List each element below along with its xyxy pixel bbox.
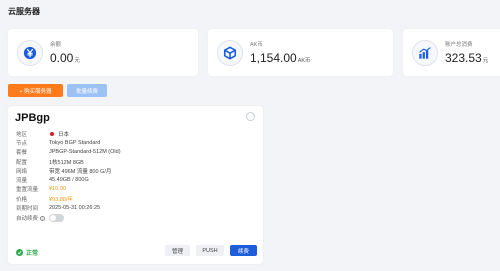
info-label: 节点 (16, 140, 28, 147)
info-row-node: 节点 Tokyo BGP Standard (16, 138, 256, 147)
ak-coin-unit: AK币 (297, 58, 311, 64)
server-info-list: 地区 日本 节点 Tokyo BGP Standard 套餐 JPBGP-Sta… (16, 129, 256, 224)
info-label: 重置流量 (16, 187, 39, 194)
info-label: 地区 (16, 131, 28, 138)
balance-unit: 元 (74, 58, 80, 64)
info-value[interactable]: ¥10.00 (49, 186, 66, 192)
auto-renew-toggle[interactable] (49, 214, 64, 223)
yen-icon (17, 39, 43, 66)
ak-coin-value: 1,154.00AK币 (250, 51, 311, 65)
push-button[interactable]: PUSH (196, 245, 224, 256)
total-spend-card: 账户总消费 323.53元 (403, 29, 500, 76)
japan-flag-icon (50, 131, 54, 136)
buy-server-button[interactable]: + 购买服务器 (8, 84, 63, 97)
info-icon[interactable]: i (40, 215, 46, 221)
info-value: 45.49GB / 800G (49, 177, 89, 184)
server-name: JPBgp (15, 112, 50, 124)
info-row-reset-traffic: 重置流量 ¥10.00 (16, 185, 256, 194)
info-label: 价格 (16, 196, 28, 203)
info-value: ¥93.88/年 (49, 196, 73, 203)
cube-icon (217, 39, 243, 66)
info-value: 2025-05-31 00:26:25 (49, 205, 101, 212)
info-row-price: 价格 ¥93.88/年 (16, 194, 256, 203)
select-checkbox[interactable] (246, 112, 255, 121)
info-label: 到期时间 (16, 206, 39, 213)
renew-button[interactable]: 续费 (230, 245, 257, 256)
balance-card: 余额 0.00元 (8, 29, 198, 76)
status-text: 正常 (26, 251, 39, 257)
total-spend-label: 账户总消费 (445, 42, 473, 48)
batch-renew-button[interactable]: 批量续费 (67, 84, 107, 97)
page-title: 云服务器 (8, 7, 40, 16)
ak-coin-label: AK币 (250, 42, 263, 48)
total-spend-unit: 元 (482, 58, 489, 64)
info-value: 带宽 496M 流量 800 G/月 (49, 168, 112, 175)
info-row-config: 配置 1核512M 8GB (16, 157, 256, 166)
info-row-network: 网络 带宽 496M 流量 800 G/月 (16, 166, 256, 175)
info-value: JPBGP-Standard-512M (Old) (49, 149, 121, 156)
bar-chart-icon (412, 39, 438, 66)
auto-renew-label: 自动续费 (16, 216, 39, 223)
info-label: 配置 (16, 159, 28, 166)
toggle-knob (50, 215, 56, 222)
info-row-region: 地区 日本 (16, 129, 256, 138)
ak-coin-card: AK币 1,154.00AK币 (208, 29, 393, 76)
info-row-traffic: 流量 45.49GB / 800G (16, 175, 256, 184)
balance-label: 余额 (50, 42, 62, 48)
status-badge: 正常 (16, 248, 38, 257)
check-circle-icon (16, 249, 23, 256)
info-label: 套餐 (16, 150, 28, 157)
manage-button[interactable]: 管理 (165, 245, 190, 256)
balance-value: 0.00元 (50, 51, 80, 65)
info-value: 1核512M 8GB (49, 159, 84, 166)
info-value: Tokyo BGP Standard (49, 139, 101, 146)
info-row-plan: 套餐 JPBGP-Standard-512M (Old) (16, 148, 256, 157)
info-row-auto-renew: 自动续费 i (16, 213, 256, 224)
total-spend-value: 323.53元 (445, 51, 489, 65)
info-label: 网络 (16, 168, 28, 175)
info-row-expiry: 到期时间 2025-05-31 00:26:25 (16, 203, 256, 212)
info-value: 日本 (58, 131, 70, 138)
server-card: JPBgp 地区 日本 节点 Tokyo BGP Standard 套餐 JPB… (8, 106, 263, 264)
info-label: 流量 (16, 178, 28, 185)
